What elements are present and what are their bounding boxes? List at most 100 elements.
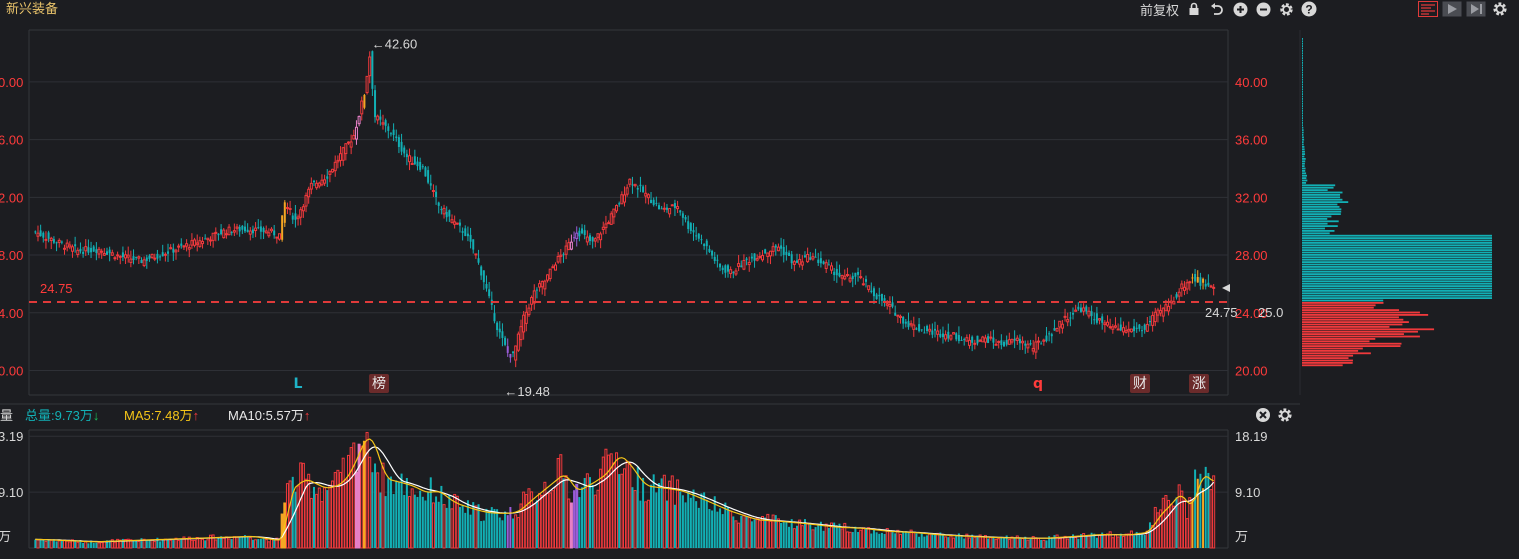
candle bbox=[257, 219, 260, 230]
profile-bar bbox=[1302, 230, 1335, 232]
candle bbox=[374, 85, 377, 123]
profile-bar bbox=[1302, 244, 1492, 247]
volume-bar bbox=[301, 462, 305, 549]
profile-bar bbox=[1302, 335, 1420, 338]
volume-bar bbox=[716, 511, 719, 548]
volume-bar bbox=[506, 515, 509, 548]
candle bbox=[137, 255, 141, 265]
candle bbox=[997, 340, 1001, 349]
profile-bar bbox=[1302, 357, 1349, 359]
volume-bar bbox=[811, 529, 815, 549]
event-marker[interactable]: L bbox=[294, 376, 303, 392]
candle bbox=[326, 169, 329, 188]
event-marker[interactable]: 涨 bbox=[1189, 374, 1209, 393]
candle bbox=[591, 236, 594, 249]
candle bbox=[878, 287, 881, 305]
candle bbox=[1161, 307, 1165, 323]
candle bbox=[344, 143, 348, 161]
volume-bar bbox=[435, 496, 438, 548]
candle bbox=[1005, 335, 1008, 347]
profile-bar bbox=[1302, 251, 1492, 254]
gear-icon[interactable] bbox=[1277, 407, 1293, 423]
profile-bar bbox=[1302, 309, 1400, 311]
profile-bar bbox=[1302, 134, 1304, 136]
candle bbox=[1050, 332, 1053, 344]
candle bbox=[859, 269, 863, 280]
profile-bar bbox=[1302, 158, 1306, 160]
candle bbox=[121, 246, 124, 262]
candle bbox=[118, 255, 122, 265]
candle bbox=[214, 227, 218, 242]
profile-bar bbox=[1302, 194, 1341, 196]
candle bbox=[169, 244, 173, 250]
candle bbox=[254, 222, 258, 238]
candle bbox=[163, 252, 167, 262]
event-marker[interactable]: q bbox=[1033, 376, 1043, 392]
candle bbox=[241, 225, 244, 235]
profile-bar bbox=[1302, 273, 1492, 275]
profile-bar bbox=[1302, 86, 1303, 88]
volume-bar bbox=[859, 529, 863, 549]
profile-bar bbox=[1302, 141, 1304, 143]
event-marker[interactable]: 财 bbox=[1130, 374, 1150, 393]
profile-bar bbox=[1302, 153, 1306, 155]
volume-bar bbox=[973, 536, 977, 549]
candle bbox=[501, 323, 504, 347]
event-marker[interactable]: 榜 bbox=[369, 374, 389, 393]
svg-text:财: 财 bbox=[1133, 376, 1147, 392]
profile-bar bbox=[1302, 174, 1307, 177]
candle bbox=[673, 199, 676, 217]
volume-bar bbox=[628, 461, 632, 549]
volume-bar bbox=[535, 500, 538, 548]
candle bbox=[750, 253, 753, 263]
volume-bar bbox=[687, 492, 690, 548]
candle bbox=[1072, 307, 1075, 320]
profile-bar bbox=[1302, 100, 1303, 103]
profile-bar bbox=[1302, 54, 1303, 57]
candle bbox=[320, 174, 324, 187]
candle bbox=[1026, 340, 1030, 353]
volume-bar bbox=[381, 462, 385, 549]
volume-bar bbox=[695, 501, 698, 548]
candle bbox=[301, 203, 305, 218]
candle bbox=[1077, 302, 1080, 311]
volume-bar bbox=[416, 496, 419, 548]
volume-ma5: MA5:7.48万↑ bbox=[124, 405, 199, 427]
volume-bar bbox=[333, 472, 337, 549]
candle bbox=[1103, 320, 1107, 333]
volume-bar bbox=[997, 538, 1001, 549]
volume-bar bbox=[562, 478, 565, 548]
candle bbox=[573, 231, 576, 242]
candle bbox=[867, 285, 871, 293]
candle bbox=[472, 239, 475, 254]
candle bbox=[875, 292, 878, 300]
candle bbox=[193, 237, 197, 248]
profile-bar bbox=[1302, 321, 1409, 323]
volume-bar bbox=[920, 533, 923, 548]
volume-bar bbox=[1106, 533, 1110, 549]
volume-bar bbox=[896, 529, 900, 549]
candle bbox=[464, 225, 467, 237]
chart-canvas[interactable]: 40.000.0036.006.0032.002.0028.008.0024.0… bbox=[0, 0, 1519, 559]
candle bbox=[625, 184, 629, 197]
candle bbox=[562, 252, 565, 263]
profile-bar bbox=[1302, 232, 1330, 235]
volume-bar bbox=[747, 516, 751, 549]
volume-bar bbox=[241, 536, 244, 548]
close-icon[interactable] bbox=[1255, 407, 1271, 423]
volume-bar bbox=[429, 477, 432, 548]
profile-bar bbox=[1302, 304, 1376, 307]
candle bbox=[333, 155, 337, 177]
candle bbox=[824, 259, 828, 274]
candle bbox=[36, 225, 40, 242]
candle bbox=[52, 236, 55, 245]
volume-bar bbox=[575, 483, 579, 549]
price-tick-label: 40.00 bbox=[1235, 75, 1268, 90]
candle bbox=[516, 331, 520, 352]
volume-bar bbox=[413, 494, 416, 548]
volume-bar bbox=[522, 491, 526, 549]
candle bbox=[742, 254, 746, 271]
candle bbox=[692, 223, 695, 241]
volume-bar bbox=[934, 533, 937, 548]
volume-bar bbox=[761, 516, 765, 549]
